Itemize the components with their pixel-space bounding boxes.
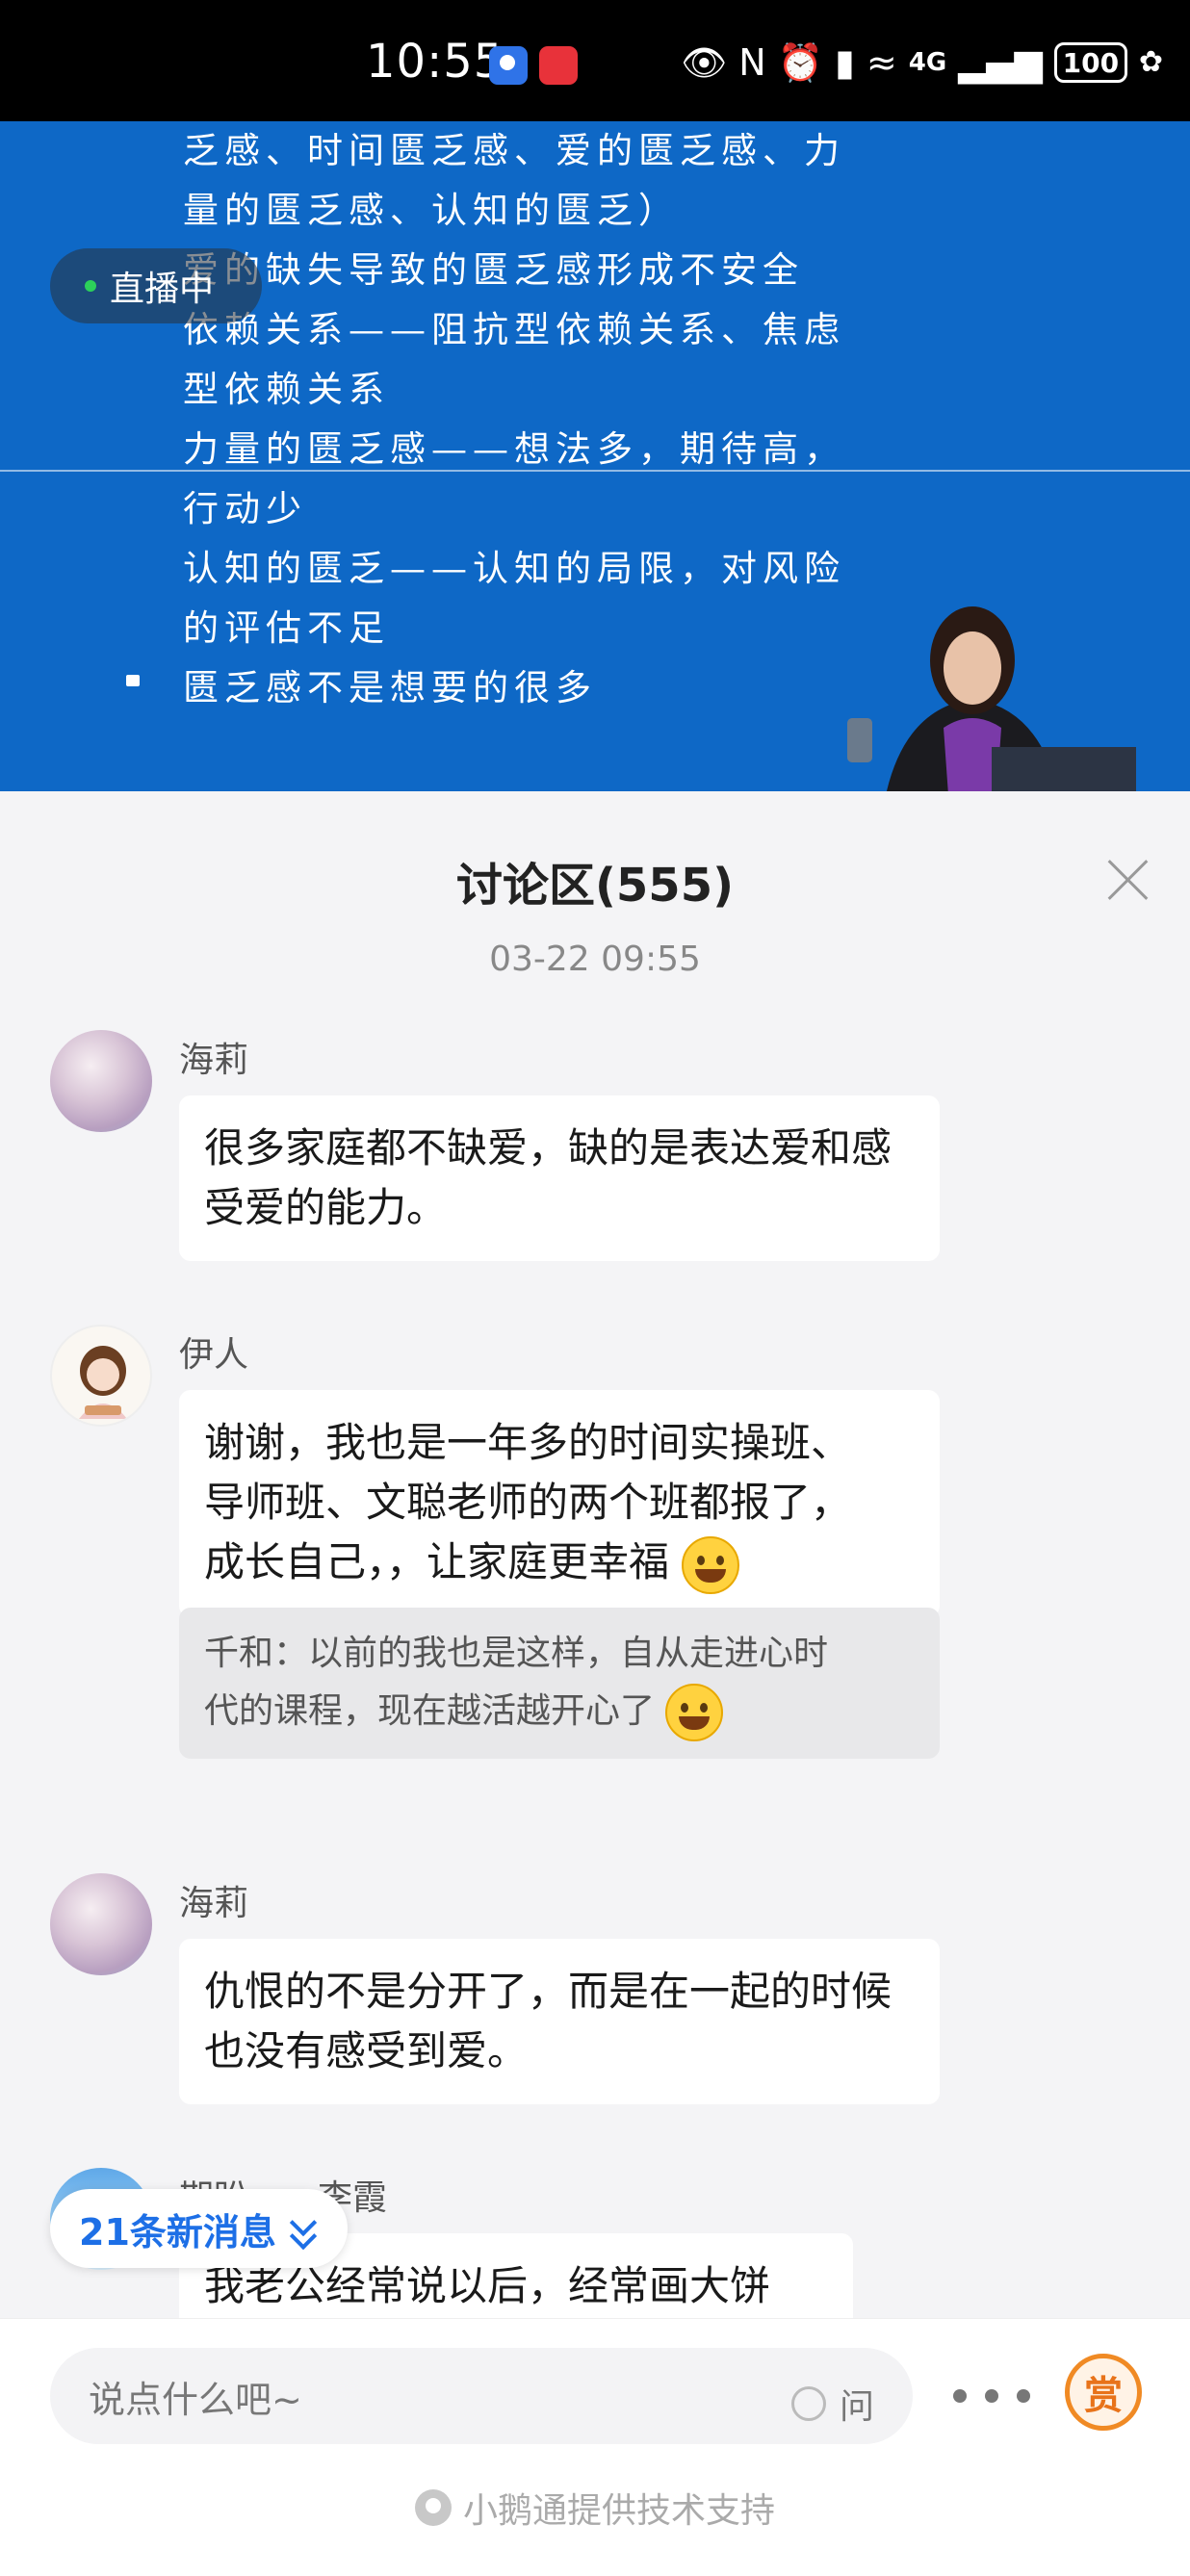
discussion-title: 讨论区(555) [455, 859, 735, 913]
message-timestamp: 03-22 09:55 [489, 940, 701, 979]
dot-icon [953, 2389, 967, 2403]
comment-placeholder: 说点什么吧~ [89, 2378, 302, 2421]
message-text-line: 导师班、文聪老师的两个班都报了， [204, 1479, 852, 1526]
leaf-icon: ✿ [1138, 45, 1163, 79]
radio-icon [790, 2386, 826, 2421]
eye-comfort-icon: 👁 [680, 41, 728, 84]
new-messages-button[interactable]: 21条新消息 [50, 2189, 348, 2268]
powered-by: 小鹅通提供技术支持 [0, 2483, 1190, 2533]
slide-divider [0, 470, 1190, 472]
battery-icon: 100 [1053, 42, 1127, 83]
quote-text-line: 代的课程，现在越活越开心了 [204, 1683, 915, 1741]
comment-input[interactable]: 说点什么吧~ 问 [50, 2348, 913, 2444]
reward-button[interactable]: 赏 [1065, 2354, 1142, 2431]
double-chevron-down-icon [290, 2209, 319, 2248]
avatar[interactable] [50, 1873, 152, 1975]
avatar[interactable] [50, 1030, 152, 1132]
slide-line: 行动少 [183, 488, 307, 529]
message-text-line: 谢谢，我也是一年多的时间实操班、 [204, 1419, 852, 1466]
smile-emoji-icon [665, 1684, 724, 1741]
message-text-line: 成长自己，，让家庭更幸福 [204, 1538, 670, 1585]
live-label: 直播中 [110, 270, 215, 309]
avatar[interactable] [50, 1325, 152, 1427]
dot-icon [985, 2389, 998, 2403]
quote-text-line: 千和：以前的我也是这样，自从走进心时 [204, 1634, 829, 1673]
message-bubble[interactable]: 很多家庭都不缺爱，缺的是表达爱和感受爱的能力。 [179, 1095, 940, 1261]
slide-line: 量的匮乏感、认知的匮乏） [183, 190, 680, 231]
live-status-badge: 直播中 [50, 248, 262, 323]
ask-label: 问 [839, 2387, 874, 2427]
more-button[interactable] [953, 2357, 1030, 2434]
ask-toggle[interactable]: 问 [790, 2379, 874, 2429]
xiaoetong-logo-icon [414, 2489, 452, 2526]
app-notification-icon [489, 46, 528, 85]
grin-emoji-icon [682, 1535, 740, 1594]
powered-by-text: 小鹅通提供技术支持 [462, 2491, 775, 2531]
alarm-icon: ⏰ [777, 41, 823, 84]
status-time: 10:55 [366, 35, 504, 89]
girl-avatar-icon [79, 1346, 127, 1419]
network-type: 4G [908, 48, 947, 77]
slide-line: 型依赖关系 [183, 369, 390, 410]
quoted-reply[interactable]: 千和：以前的我也是这样，自从走进心时 代的课程，现在越活越开心了 [179, 1608, 940, 1759]
message-bubble[interactable]: 仇恨的不是分开了，而是在一起的时候也没有感受到爱。 [179, 1939, 940, 2104]
message-bubble[interactable]: 谢谢，我也是一年多的时间实操班、 导师班、文聪老师的两个班都报了， 成长自己，，… [179, 1390, 940, 1617]
input-bar: 说点什么吧~ 问 赏 小鹅通提供技术支持 [0, 2318, 1190, 2576]
quote-text-line: 代的课程，现在越活越开心了 [204, 1691, 656, 1731]
wifi-icon: ≈ [866, 41, 897, 84]
slide-line: 爱的缺失导致的匮乏感形成不安全 [183, 249, 804, 291]
slide-line: 认知的匮乏——认知的局限，对风险 [183, 548, 845, 589]
slide-line: 乏感、时间匮乏感、爱的匮乏感、力 [183, 130, 845, 171]
slide-line: 依赖关系——阻抗型依赖关系、焦虑 [183, 309, 845, 350]
discussion-panel: 讨论区(555) 03-22 09:55 海莉 很多家庭都不缺爱，缺的是表达爱和… [0, 791, 1190, 2576]
signal-icon: ▂▄▆ [958, 41, 1043, 84]
vibrate-icon: ▮ [834, 41, 855, 84]
dot-icon [1017, 2389, 1030, 2403]
username: 伊人 [179, 1335, 249, 1375]
bullet-icon [126, 675, 140, 686]
live-dot-icon [85, 280, 96, 292]
status-icons: 👁 N ⏰ ▮ ≈ 4G ▂▄▆ 100 ✿ [681, 39, 1163, 87]
presenter-video [828, 593, 1136, 791]
new-messages-label: 21条新消息 [79, 2210, 276, 2254]
username: 海莉 [179, 1041, 249, 1080]
message-text-line: 成长自己，，让家庭更幸福 [204, 1533, 915, 1594]
huawei-notification-icon [539, 46, 578, 85]
live-video[interactable]: 乏感、时间匮乏感、爱的匮乏感、力 量的匮乏感、认知的匮乏） 爱的缺失导致的匮乏感… [0, 121, 1190, 791]
nfc-icon: N [738, 41, 766, 84]
close-button[interactable] [1105, 857, 1151, 903]
username: 海莉 [179, 1884, 249, 1923]
status-bar: 10:55 👁 N ⏰ ▮ ≈ 4G ▂▄▆ 100 ✿ [0, 0, 1190, 121]
